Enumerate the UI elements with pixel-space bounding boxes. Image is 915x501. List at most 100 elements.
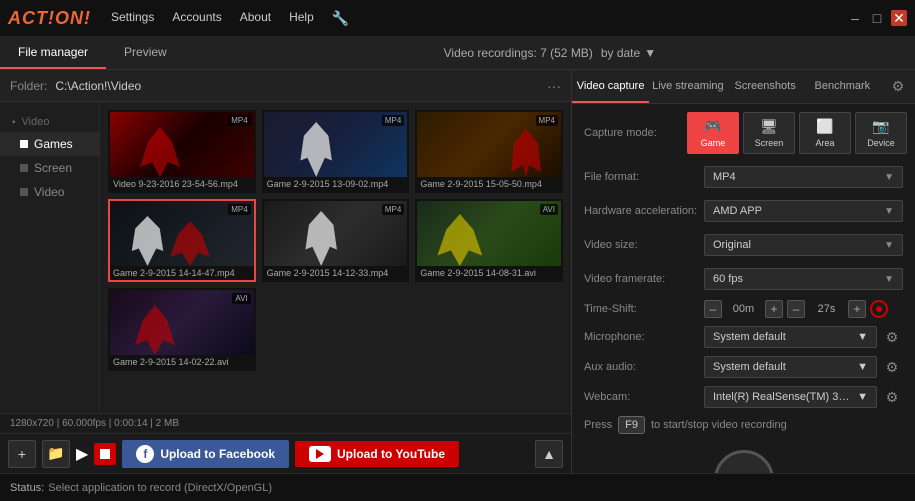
status-label: Status: [10, 482, 44, 494]
video-label-3: Game 2-9-2015 15-05-50.mp4 [417, 177, 561, 191]
main-layout: Folder: C:\Action!\Video ··· ▪ Video Gam… [0, 70, 915, 473]
format-badge-6: AVI [540, 204, 558, 215]
status-message: Select application to record (DirectX/Op… [48, 482, 272, 494]
video-framerate-label: Video framerate: [584, 273, 704, 285]
webcam-settings-button[interactable]: ⚙ [881, 386, 903, 408]
video-label-2: Game 2-9-2015 13-09-02.mp4 [264, 177, 408, 191]
capture-screen-button[interactable]: 🖥 Screen [743, 112, 795, 154]
timeshift-minus-2[interactable]: – [787, 300, 805, 318]
settings-gear-button[interactable]: ⚙ [881, 70, 915, 103]
tab-video-capture[interactable]: Video capture [572, 70, 649, 103]
action-bar: + 📁 ▶ f Upload to Facebook Upload to You… [0, 433, 571, 473]
video-thumb-1[interactable]: MP4 Video 9-23-2016 23-54-56.mp4 [108, 110, 256, 193]
title-nav: Settings Accounts About Help 🔧 [111, 10, 349, 27]
youtube-icon [309, 446, 331, 462]
folder-button[interactable]: 📁 [42, 440, 70, 468]
sidebar-group-video: ▪ Video [0, 112, 99, 132]
video-info-bar: 1280x720 | 60.000fps | 0:00:14 | 2 MB [0, 413, 571, 433]
video-size-select[interactable]: Original ▼ [704, 234, 903, 256]
aux-audio-label: Aux audio: [584, 361, 704, 373]
file-format-row: File format: MP4 ▼ [584, 164, 903, 190]
wrench-icon: 🔧 [332, 10, 349, 27]
sort-button[interactable]: by date ▼ [601, 46, 656, 60]
video-thumb-7[interactable]: AVI Game 2-9-2015 14-02-22.avi [108, 288, 256, 371]
video-thumb-2[interactable]: MP4 Game 2-9-2015 13-09-02.mp4 [262, 110, 410, 193]
video-thumb-3[interactable]: MP4 Game 2-9-2015 15-05-50.mp4 [415, 110, 563, 193]
game-icon: 🎮 [704, 118, 721, 135]
stop-button[interactable] [94, 443, 116, 465]
nav-help[interactable]: Help [289, 10, 314, 27]
games-icon [20, 140, 28, 148]
aux-audio-settings-button[interactable]: ⚙ [881, 356, 903, 378]
rec-button[interactable]: REC [714, 450, 774, 473]
format-badge-5: MP4 [382, 204, 404, 215]
upload-arrow-button[interactable]: ▲ [535, 440, 563, 468]
timeshift-minus-1[interactable]: – [704, 300, 722, 318]
capture-device-button[interactable]: 📷 Device [855, 112, 907, 154]
chevron-down-icon-3: ▼ [884, 240, 894, 251]
video-label-5: Game 2-9-2015 14-12-33.mp4 [264, 266, 408, 280]
press-key-row: Press F9 to start/stop video recording [584, 416, 903, 434]
record-dot-icon [876, 306, 882, 312]
format-badge-1: MP4 [228, 115, 250, 126]
tab-benchmark[interactable]: Benchmark [804, 70, 881, 103]
press-suffix: to start/stop video recording [651, 419, 787, 431]
tab-live-streaming[interactable]: Live streaming [649, 70, 726, 103]
upload-facebook-button[interactable]: f Upload to Facebook [122, 440, 289, 468]
nav-about[interactable]: About [240, 10, 271, 27]
f9-key-badge: F9 [618, 416, 645, 434]
timeshift-plus-2[interactable]: + [848, 300, 866, 318]
file-format-label: File format: [584, 171, 704, 183]
tab-file-manager[interactable]: File manager [0, 36, 106, 69]
video-framerate-select[interactable]: 60 fps ▼ [704, 268, 903, 290]
timeshift-label: Time-Shift: [584, 303, 704, 315]
hw-acceleration-select[interactable]: AMD APP ▼ [704, 200, 903, 222]
upload-youtube-button[interactable]: Upload to YouTube [295, 441, 459, 467]
right-tabs: Video capture Live streaming Screenshots… [572, 70, 915, 104]
timeshift-controls: – 00m + – 27s + [704, 300, 888, 318]
screen-capture-icon: 🖥 [760, 118, 778, 135]
sidebar-item-video[interactable]: Video [0, 180, 99, 204]
video-thumb-4[interactable]: MP4 Game 2-9-2015 14-14-47.mp4 [108, 199, 256, 282]
timeshift-record-button[interactable] [870, 300, 888, 318]
main-tabs-row: File manager Preview Video recordings: 7… [0, 36, 915, 70]
video-size-label: Video size: [584, 239, 704, 251]
screen-icon [20, 164, 28, 172]
maximize-button[interactable]: □ [869, 10, 885, 26]
microphone-select[interactable]: System default ▼ [704, 326, 877, 348]
folder-bar: Folder: C:\Action!\Video ··· [0, 70, 571, 102]
nav-settings[interactable]: Settings [111, 10, 154, 27]
capture-area-button[interactable]: ⬜ Area [799, 112, 851, 154]
webcam-select[interactable]: Intel(R) RealSense(TM) 3D Camera Vir... … [704, 386, 877, 408]
timeshift-plus-1[interactable]: + [765, 300, 783, 318]
chevron-down-icon-6: ▼ [857, 361, 868, 373]
video-thumb-6[interactable]: AVI Game 2-9-2015 14-08-31.avi [415, 199, 563, 282]
file-format-select[interactable]: MP4 ▼ [704, 166, 903, 188]
video-thumb-5[interactable]: MP4 Game 2-9-2015 14-12-33.mp4 [262, 199, 410, 282]
tab-preview[interactable]: Preview [106, 36, 185, 69]
video-label-1: Video 9-23-2016 23-54-56.mp4 [110, 177, 254, 191]
minimize-button[interactable]: – [847, 10, 863, 26]
format-badge-2: MP4 [382, 115, 404, 126]
area-icon: ⬜ [816, 118, 833, 135]
chevron-down-icon-7: ▼ [857, 391, 868, 403]
chevron-down-icon-2: ▼ [884, 206, 894, 217]
folder-more-button[interactable]: ··· [547, 78, 561, 94]
microphone-row: Microphone: System default ▼ ⚙ [584, 326, 903, 348]
close-button[interactable]: ✕ [891, 10, 907, 26]
hw-acceleration-label: Hardware acceleration: [584, 205, 704, 217]
tab-screenshots[interactable]: Screenshots [727, 70, 804, 103]
aux-audio-select[interactable]: System default ▼ [704, 356, 877, 378]
add-button[interactable]: + [8, 440, 36, 468]
capture-game-button[interactable]: 🎮 Game [687, 112, 739, 154]
play-button[interactable]: ▶ [76, 444, 88, 464]
content-area: ▪ Video Games Screen Video [0, 102, 571, 413]
microphone-settings-button[interactable]: ⚙ [881, 326, 903, 348]
title-bar: ACT!ON! Settings Accounts About Help 🔧 –… [0, 0, 915, 36]
sidebar-item-screen[interactable]: Screen [0, 156, 99, 180]
window-controls: – □ ✕ [847, 10, 907, 26]
capture-mode-label: Capture mode: [584, 127, 679, 139]
video-framerate-row: Video framerate: 60 fps ▼ [584, 266, 903, 292]
nav-accounts[interactable]: Accounts [172, 10, 221, 27]
sidebar-item-games[interactable]: Games [0, 132, 99, 156]
